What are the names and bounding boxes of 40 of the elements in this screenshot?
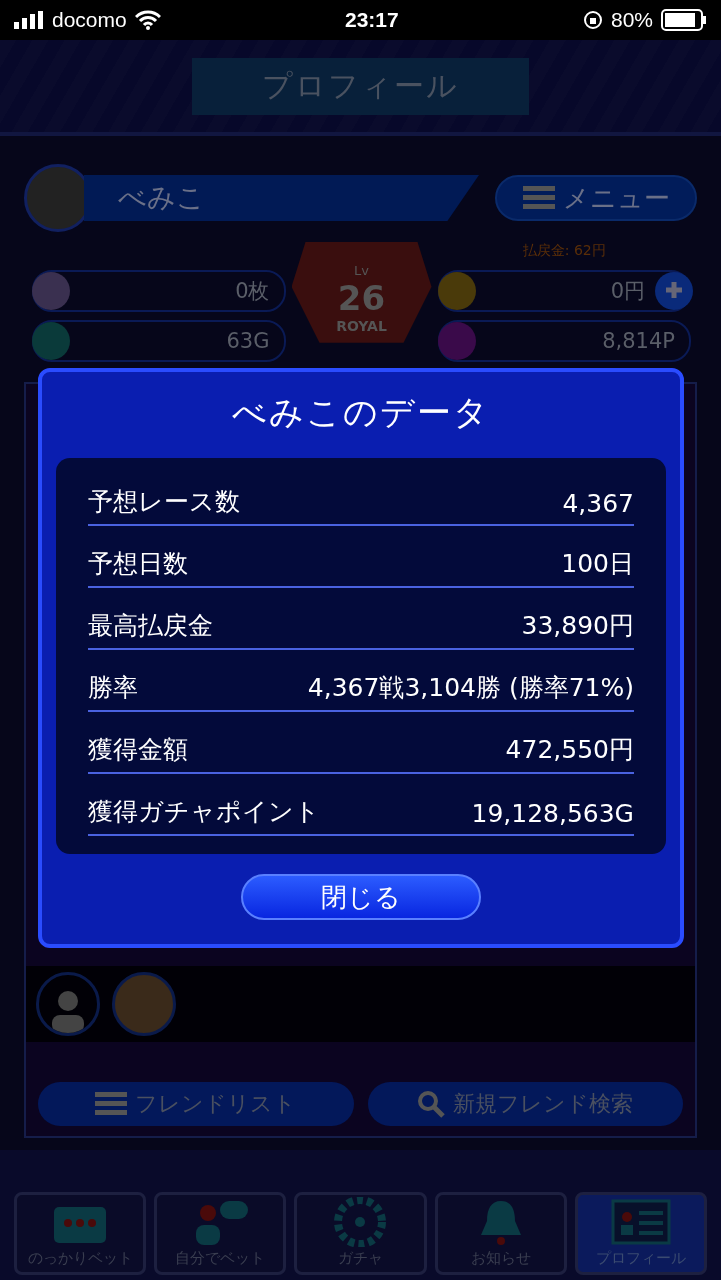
wallet-value: 8,814P bbox=[602, 329, 675, 353]
battery-percent: 80% bbox=[610, 8, 653, 32]
stat-label: 予想日数 bbox=[88, 548, 188, 580]
page-title: プロフィール bbox=[192, 57, 529, 115]
wifi-icon bbox=[134, 10, 161, 30]
stat-value: 472,550円 bbox=[505, 734, 634, 766]
stat-value: 4,367戦3,104勝 (勝率71%) bbox=[307, 672, 634, 704]
level-label: Lv bbox=[354, 262, 369, 278]
wallet-value: 63G bbox=[226, 329, 270, 353]
dialog-title: べみこのデータ bbox=[232, 391, 490, 434]
battery-icon bbox=[661, 9, 707, 31]
payout-note: 払戻金: 62円 bbox=[521, 242, 607, 260]
close-button[interactable]: 閉じる bbox=[241, 874, 481, 920]
stat-label: 獲得ガチャポイント bbox=[88, 796, 320, 828]
wallet-value: 0円 bbox=[610, 278, 645, 305]
stat-value: 100日 bbox=[561, 548, 634, 580]
clock-time: 23:17 bbox=[345, 8, 399, 32]
friend-search-button[interactable]: 新規フレンド検索 bbox=[367, 1082, 683, 1126]
stat-value: 19,128,563G bbox=[471, 799, 634, 828]
search-icon bbox=[417, 1090, 446, 1118]
rotation-lock-icon bbox=[582, 10, 603, 30]
list-icon bbox=[95, 1092, 128, 1116]
stat-value: 4,367 bbox=[562, 489, 634, 518]
menu-icon bbox=[522, 186, 555, 210]
user-name: べみこ bbox=[84, 175, 479, 221]
stat-value: 33,890円 bbox=[521, 610, 634, 642]
stat-label: 勝率 bbox=[88, 672, 138, 704]
plus-icon bbox=[665, 281, 683, 299]
stat-label: 最高払戻金 bbox=[88, 610, 213, 642]
carrier-name: docomo bbox=[52, 8, 127, 32]
signal-icon bbox=[14, 11, 44, 29]
rank-label: ROYAL bbox=[336, 317, 387, 334]
wallet-value: 0枚 bbox=[235, 278, 270, 305]
friend-list-button[interactable]: フレンドリスト bbox=[38, 1082, 354, 1126]
add-button[interactable] bbox=[655, 272, 693, 310]
stat-label: 予想レース数 bbox=[88, 486, 240, 518]
stat-label: 獲得金額 bbox=[88, 734, 188, 766]
level-number: 26 bbox=[337, 277, 386, 318]
menu-button[interactable]: メニュー bbox=[495, 175, 697, 221]
profile-card-icon bbox=[610, 1197, 671, 1247]
